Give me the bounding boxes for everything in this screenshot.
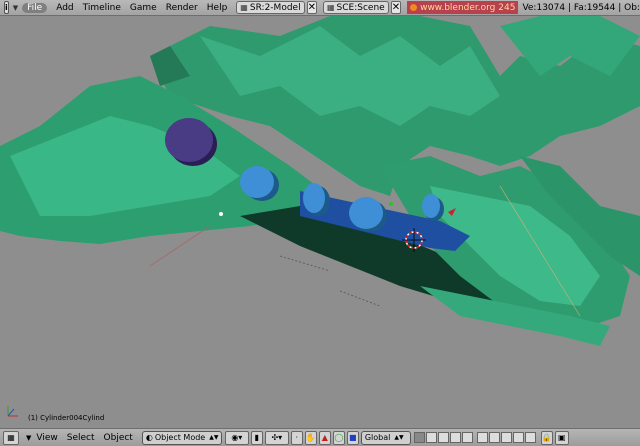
layer-button[interactable]: [488, 432, 500, 443]
collapse-triangle-icon[interactable]: ▼: [13, 4, 18, 12]
draw-type-select[interactable]: ◉▾: [224, 430, 249, 445]
lock-layer-button[interactable]: ▮: [250, 430, 263, 445]
screen-field[interactable]: ▦ SR:2-Model: [236, 1, 305, 14]
menu-game[interactable]: Game: [130, 3, 157, 13]
collapse-triangle-icon[interactable]: ▼: [26, 434, 31, 442]
dropdown-icon: ▲▼: [209, 434, 219, 441]
blender-weblink[interactable]: www.blender.org 245: [407, 1, 519, 14]
menu-help[interactable]: Help: [207, 3, 228, 13]
dropdown-icon: ▲▼: [394, 434, 404, 441]
header-bar: i ▼ File Add Timeline Game Render Help ▦…: [0, 0, 640, 16]
object-mode-icon: ◐: [145, 433, 153, 442]
window-type-icon[interactable]: i: [4, 1, 9, 14]
scene-name: SCE:Scene: [336, 2, 385, 13]
menu-file[interactable]: File: [22, 2, 48, 13]
blender-logo-icon: [410, 4, 418, 11]
mode-value: Object Mode: [154, 433, 206, 442]
layer-button[interactable]: [425, 432, 437, 443]
layer-button[interactable]: [524, 432, 536, 443]
orientation-value: Global: [364, 433, 391, 442]
manipulator-scale-icon[interactable]: ■: [346, 430, 359, 445]
screen-delete-button[interactable]: ✕: [306, 1, 317, 14]
layer-button[interactable]: [512, 432, 524, 443]
screen-browse-icon[interactable]: ▦: [240, 3, 248, 12]
menu-render[interactable]: Render: [166, 3, 198, 13]
menu-select[interactable]: Select: [67, 433, 95, 443]
active-object-label: (1) Cylinder004Cylind: [28, 414, 105, 422]
3d-viewport[interactable]: [0, 16, 640, 428]
mode-select[interactable]: ◐ Object Mode ▲▼: [141, 430, 222, 445]
axis-gizmo-icon: [7, 406, 18, 417]
layer-button[interactable]: [437, 432, 449, 443]
manipulator-hand-button[interactable]: ✋: [304, 430, 317, 445]
orientation-select[interactable]: Global ▲▼: [360, 430, 411, 445]
lock-icon[interactable]: 🔒: [540, 430, 553, 445]
menu-object[interactable]: Object: [104, 433, 133, 443]
layer-button[interactable]: [461, 432, 473, 443]
scene-field[interactable]: ▦ SCE:Scene: [322, 1, 389, 14]
scene-browse-icon[interactable]: ▦: [327, 3, 335, 12]
menu-view[interactable]: View: [36, 433, 57, 443]
layer-button[interactable]: [413, 432, 425, 443]
scene-stats: Ve:13074 | Fa:19544 | Ob:19-1 | La: [522, 2, 640, 13]
editor-type-icon[interactable]: ▦: [3, 430, 19, 445]
layer-button[interactable]: [500, 432, 512, 443]
viewport-header: ▦ ▼ View Select Object ◐ Object Mode ▲▼ …: [0, 428, 640, 446]
render-preview-icon[interactable]: ▣: [554, 430, 569, 445]
layer-button[interactable]: [476, 432, 488, 443]
menu-timeline[interactable]: Timeline: [83, 3, 121, 13]
layer-button[interactable]: [449, 432, 461, 443]
weblink-text: www.blender.org 245: [420, 2, 516, 13]
pivot-only-button[interactable]: ·: [290, 430, 303, 445]
pivot-select[interactable]: ✣▾: [264, 430, 289, 445]
scene-delete-button[interactable]: ✕: [390, 1, 402, 14]
manipulator-translate-icon[interactable]: ▲: [318, 430, 331, 445]
menu-add[interactable]: Add: [56, 3, 73, 13]
screen-name: SR:2-Model: [249, 2, 301, 13]
manipulator-rotate-icon[interactable]: ◯: [332, 430, 345, 445]
